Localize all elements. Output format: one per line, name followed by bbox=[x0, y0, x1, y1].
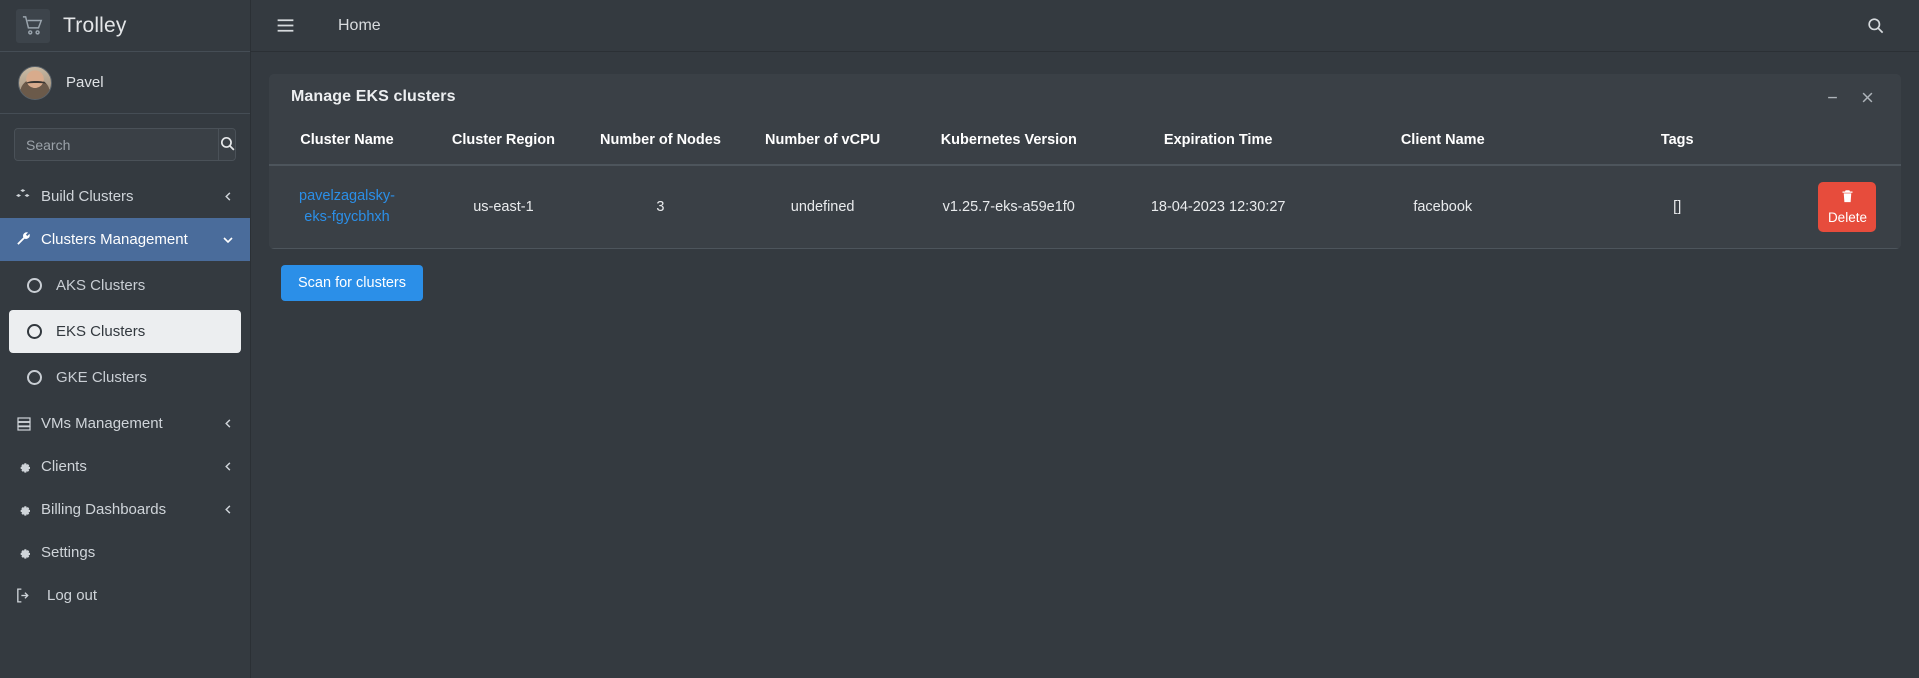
cell-tags: [] bbox=[1560, 165, 1794, 249]
cell-cluster-region: us-east-1 bbox=[425, 165, 582, 249]
circle-icon bbox=[27, 278, 42, 293]
cell-cluster-name: pavelzagalsky-eks-fgycbhxh bbox=[269, 165, 426, 249]
cluster-name-link[interactable]: pavelzagalsky-eks-fgycbhxh bbox=[287, 186, 407, 228]
table-header-row: Cluster Name Cluster Region Number of No… bbox=[269, 120, 1901, 166]
chevron-left-icon bbox=[223, 191, 234, 202]
column-header-cluster-region[interactable]: Cluster Region bbox=[425, 120, 582, 166]
sidebar-item-label: Log out bbox=[47, 587, 98, 604]
sidebar-item-clients[interactable]: Clients bbox=[0, 445, 250, 488]
page-title: Home bbox=[338, 16, 381, 34]
close-icon[interactable] bbox=[1850, 86, 1885, 109]
sidebar-item-label: Clusters Management bbox=[41, 231, 188, 248]
column-header-number-of-nodes[interactable]: Number of Nodes bbox=[581, 120, 740, 166]
column-header-tags[interactable]: Tags bbox=[1560, 120, 1794, 166]
sign-out-icon bbox=[14, 587, 33, 604]
shopping-cart-icon bbox=[16, 8, 50, 43]
chevron-left-icon bbox=[223, 461, 234, 472]
column-header-actions bbox=[1793, 120, 1901, 166]
gear-icon bbox=[14, 459, 33, 475]
table-body: pavelzagalsky-eks-fgycbhxh us-east-1 3 u… bbox=[269, 165, 1901, 249]
sidebar-search bbox=[0, 114, 250, 171]
topbar: Home bbox=[251, 0, 1919, 52]
table-header: Cluster Name Cluster Region Number of No… bbox=[269, 120, 1901, 166]
cell-number-of-vcpu: undefined bbox=[739, 165, 907, 249]
main-area: Home Manage EKS clusters Cluster Name Cl… bbox=[251, 0, 1919, 678]
brand-name: Trolley bbox=[63, 13, 127, 37]
panel-header: Manage EKS clusters bbox=[269, 74, 1901, 120]
delete-button[interactable]: Delete bbox=[1818, 182, 1877, 232]
app-root: Trolley Pavel Search Build Clusters Clus… bbox=[0, 0, 1919, 678]
search-icon bbox=[219, 135, 235, 155]
user-name: Pavel bbox=[66, 74, 104, 91]
sidebar-item-label: VMs Management bbox=[41, 415, 163, 432]
minimize-icon[interactable] bbox=[1815, 86, 1850, 109]
gear-icon bbox=[14, 545, 33, 561]
cell-actions: Delete bbox=[1793, 165, 1901, 249]
sidebar-nav: Build Clusters Clusters Management AKS C… bbox=[0, 171, 250, 678]
search-icon[interactable] bbox=[1866, 16, 1885, 35]
chevron-left-icon bbox=[223, 504, 234, 515]
content-area: Manage EKS clusters Cluster Name Cluster… bbox=[251, 52, 1919, 678]
sidebar-item-label: Settings bbox=[41, 544, 96, 561]
wrench-icon bbox=[14, 231, 33, 248]
sidebar-subitem-label: GKE Clusters bbox=[56, 369, 147, 386]
sidebar-item-log-out[interactable]: Log out bbox=[0, 574, 250, 617]
cell-number-of-nodes: 3 bbox=[581, 165, 740, 249]
table-row: pavelzagalsky-eks-fgycbhxh us-east-1 3 u… bbox=[269, 165, 1901, 249]
sidebar-item-label: Billing Dashboards bbox=[41, 501, 167, 518]
sidebar-item-clusters-management[interactable]: Clusters Management bbox=[0, 218, 250, 261]
circle-icon bbox=[27, 370, 42, 385]
sidebar-item-aks-clusters[interactable]: AKS Clusters bbox=[9, 264, 241, 307]
sidebar-item-label: Build Clusters bbox=[41, 188, 134, 205]
sidebar-item-label: Clients bbox=[41, 458, 87, 475]
sidebar-item-billing-dashboards[interactable]: Billing Dashboards bbox=[0, 488, 250, 531]
sidebar-item-build-clusters[interactable]: Build Clusters bbox=[0, 175, 250, 218]
cell-kubernetes-version: v1.25.7-eks-a59e1f0 bbox=[906, 165, 1112, 249]
search-input[interactable] bbox=[15, 129, 218, 160]
brand[interactable]: Trolley bbox=[0, 0, 250, 52]
column-header-expiration-time[interactable]: Expiration Time bbox=[1111, 120, 1325, 166]
column-header-number-of-vcpu[interactable]: Number of vCPU bbox=[739, 120, 907, 166]
gear-icon bbox=[14, 502, 33, 518]
cell-expiration-time: 18-04-2023 12:30:27 bbox=[1111, 165, 1325, 249]
trash-icon bbox=[1840, 189, 1855, 207]
panel-title: Manage EKS clusters bbox=[291, 88, 456, 105]
column-header-kubernetes-version[interactable]: Kubernetes Version bbox=[906, 120, 1112, 166]
cubes-icon bbox=[14, 188, 33, 205]
hamburger-icon[interactable] bbox=[275, 15, 296, 36]
sidebar-item-gke-clusters[interactable]: GKE Clusters bbox=[9, 356, 241, 399]
user-profile[interactable]: Pavel bbox=[0, 52, 250, 114]
column-header-client-name[interactable]: Client Name bbox=[1324, 120, 1561, 166]
sidebar-item-eks-clusters[interactable]: EKS Clusters bbox=[9, 310, 241, 353]
delete-button-label: Delete bbox=[1827, 210, 1867, 225]
sidebar-item-settings[interactable]: Settings bbox=[0, 531, 250, 574]
search-button[interactable] bbox=[218, 129, 235, 160]
search-box bbox=[14, 128, 236, 161]
cell-client-name: facebook bbox=[1324, 165, 1561, 249]
sidebar: Trolley Pavel Search Build Clusters Clus… bbox=[0, 0, 251, 678]
avatar bbox=[18, 65, 52, 100]
sidebar-subitem-label: AKS Clusters bbox=[56, 277, 146, 294]
manage-eks-clusters-panel: Manage EKS clusters Cluster Name Cluster… bbox=[269, 74, 1901, 249]
sidebar-subitem-label: EKS Clusters bbox=[56, 323, 146, 340]
chevron-left-icon bbox=[223, 418, 234, 429]
circle-icon bbox=[27, 324, 42, 339]
sidebar-item-vms-management[interactable]: VMs Management bbox=[0, 402, 250, 445]
server-icon bbox=[14, 416, 33, 432]
chevron-down-icon bbox=[222, 234, 234, 246]
scan-for-clusters-button[interactable]: Scan for clusters bbox=[281, 265, 423, 301]
column-header-cluster-name[interactable]: Cluster Name bbox=[269, 120, 426, 166]
clusters-table: Cluster Name Cluster Region Number of No… bbox=[269, 120, 1901, 249]
